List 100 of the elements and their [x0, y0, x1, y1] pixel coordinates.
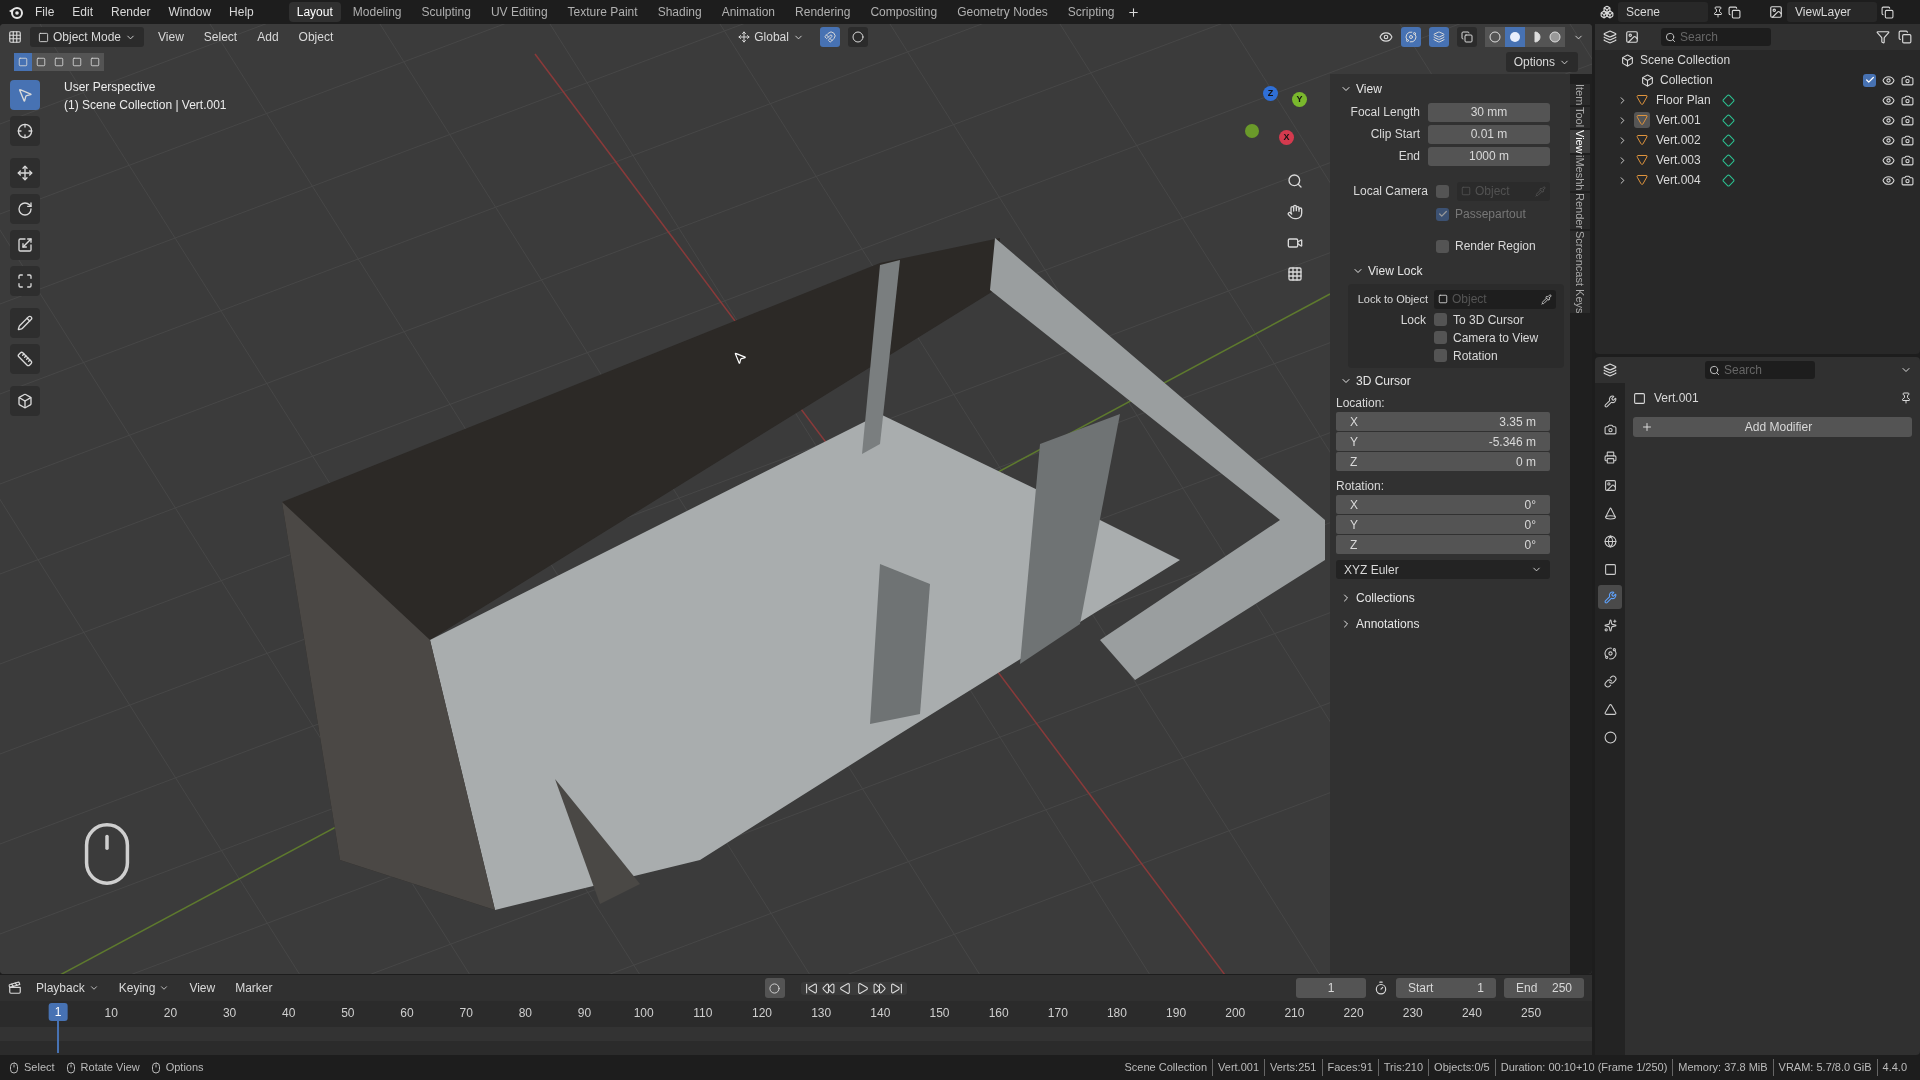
hand-icon[interactable]	[1287, 204, 1303, 220]
number-field[interactable]: 0.01 m	[1428, 124, 1550, 144]
current-frame-field[interactable]: 1	[1296, 978, 1366, 998]
tool-button[interactable]	[10, 230, 40, 260]
camera-icon[interactable]	[1901, 133, 1914, 147]
camera-icon[interactable]	[1901, 73, 1914, 87]
eye-icon[interactable]	[1882, 93, 1895, 107]
checkbox[interactable]	[1436, 184, 1449, 198]
menu-item[interactable]: Select	[197, 28, 244, 46]
sidebar-tab[interactable]: iMeshh	[1570, 155, 1590, 191]
menu-item[interactable]: Marker	[229, 979, 279, 997]
workspace-tab[interactable]: Animation	[713, 2, 784, 22]
app-logo-icon[interactable]	[8, 5, 24, 19]
tree-item[interactable]: Scene Collection	[1640, 51, 1731, 69]
editor-type-icon[interactable]	[1603, 363, 1617, 377]
mesh-object-icon[interactable]	[1634, 132, 1650, 148]
tree-item[interactable]: Vert.003	[1656, 151, 1716, 169]
tree-item[interactable]: Floor Plan	[1656, 91, 1716, 109]
menu-item[interactable]: Edit	[65, 3, 101, 21]
tool-button[interactable]	[10, 308, 40, 338]
mesh-object-icon[interactable]	[1634, 112, 1650, 128]
mesh-object-icon[interactable]	[1634, 152, 1650, 168]
camera-icon[interactable]	[1901, 173, 1914, 187]
mesh-data-icon[interactable]	[1722, 133, 1735, 147]
number-field[interactable]: Y 0°	[1336, 515, 1550, 534]
pin-icon[interactable]	[1900, 392, 1912, 404]
toggle-button[interactable]	[1429, 27, 1449, 47]
workspace-tab[interactable]: Layout	[288, 2, 341, 22]
tree-item[interactable]: Vert.002	[1656, 131, 1716, 149]
camera-icon[interactable]	[1287, 235, 1303, 251]
mesh-data-icon[interactable]	[1722, 173, 1735, 187]
view-layer-field[interactable]: ViewLayer	[1787, 2, 1877, 22]
mesh-data-icon[interactable]	[1722, 93, 1735, 107]
menu-item[interactable]: View	[152, 28, 190, 46]
mesh-data-icon[interactable]	[1722, 153, 1735, 167]
menu-item[interactable]: View	[183, 979, 222, 997]
workspace-tab[interactable]: Compositing	[862, 2, 946, 22]
workspace-tab[interactable]: Scripting	[1059, 2, 1123, 22]
mesh-object-icon[interactable]	[1634, 92, 1650, 108]
filter-icon[interactable]	[1876, 30, 1890, 44]
mode-dropdown[interactable]: Object Mode	[30, 27, 145, 47]
play-reverse-icon[interactable]	[838, 981, 852, 995]
menu-item[interactable]: Add	[251, 28, 285, 46]
camera-icon[interactable]	[1901, 153, 1914, 167]
rotation-mode-dropdown[interactable]: XYZ Euler	[1336, 560, 1550, 579]
menu-item[interactable]: Help	[222, 3, 261, 21]
menu-item[interactable]: Playback	[30, 979, 105, 997]
mesh-object-icon[interactable]	[1634, 172, 1650, 188]
sidebar-tab[interactable]: Tool	[1570, 107, 1590, 128]
eye-icon[interactable]	[1882, 73, 1895, 87]
workspace-tab[interactable]: Shading	[649, 2, 710, 22]
mesh-data-icon[interactable]	[1722, 113, 1735, 127]
number-field[interactable]: Z 0°	[1336, 535, 1550, 554]
options-dropdown[interactable]: Options	[1505, 52, 1578, 72]
menu-item[interactable]: Window	[161, 3, 219, 21]
new-collection-icon[interactable]	[1898, 30, 1912, 44]
workspace-tab[interactable]: Texture Paint	[559, 2, 646, 22]
tool-button[interactable]	[10, 386, 40, 416]
sidebar-tab[interactable]: Render	[1570, 192, 1590, 229]
jump-start-icon[interactable]	[804, 981, 818, 995]
sidebar-tab[interactable]: View	[1570, 129, 1590, 154]
orientation-dropdown[interactable]: Global	[730, 27, 812, 47]
menu-item[interactable]: Object	[292, 28, 340, 46]
panel-header[interactable]: Collections	[1336, 585, 1564, 611]
checkbox[interactable]	[1863, 73, 1876, 87]
tree-item[interactable]: Vert.004	[1656, 171, 1716, 189]
toggle-button[interactable]	[1401, 27, 1421, 47]
menu-item[interactable]: Keying	[112, 979, 176, 997]
number-field[interactable]: X 0°	[1336, 495, 1550, 514]
grid-icon[interactable]	[1287, 266, 1303, 282]
workspace-tab[interactable]: Geometry Nodes	[949, 2, 1056, 22]
tool-button[interactable]	[10, 344, 40, 374]
number-field[interactable]: Z 0 m	[1336, 452, 1550, 471]
camera-icon[interactable]	[1901, 113, 1914, 127]
visibility-icon[interactable]	[1379, 30, 1393, 44]
menu-item[interactable]: File	[28, 3, 62, 21]
display-mode-icon[interactable]	[1603, 30, 1617, 44]
playhead-frame[interactable]: 1	[48, 1003, 68, 1021]
copy-icon[interactable]	[1728, 5, 1741, 19]
tool-button[interactable]	[10, 158, 40, 188]
sidebar-tab[interactable]: Item	[1570, 84, 1590, 106]
tool-button[interactable]	[10, 194, 40, 224]
start-frame-field[interactable]: Start 1	[1396, 978, 1496, 998]
play-icon[interactable]	[855, 981, 869, 995]
shading-button[interactable]	[1485, 27, 1505, 47]
view-layer-icon[interactable]	[1769, 5, 1783, 19]
shading-button[interactable]	[1505, 27, 1525, 47]
select-mode-button[interactable]	[32, 53, 50, 71]
add-modifier-button[interactable]: Add Modifier	[1633, 417, 1912, 437]
number-field[interactable]: 1000 m	[1428, 146, 1550, 166]
checkbox[interactable]	[1434, 313, 1447, 326]
tool-button[interactable]	[10, 116, 40, 146]
toggle-button[interactable]	[847, 27, 868, 47]
image-icon[interactable]	[1625, 30, 1639, 44]
panel-header[interactable]: 3D Cursor	[1336, 368, 1564, 394]
previous-keyframe-icon[interactable]	[821, 981, 835, 995]
workspace-tab[interactable]: Sculpting	[413, 2, 479, 22]
add-workspace-icon[interactable]	[1126, 5, 1140, 19]
scene-field[interactable]: Scene	[1618, 2, 1708, 22]
panel-header[interactable]: Annotations	[1336, 611, 1564, 637]
